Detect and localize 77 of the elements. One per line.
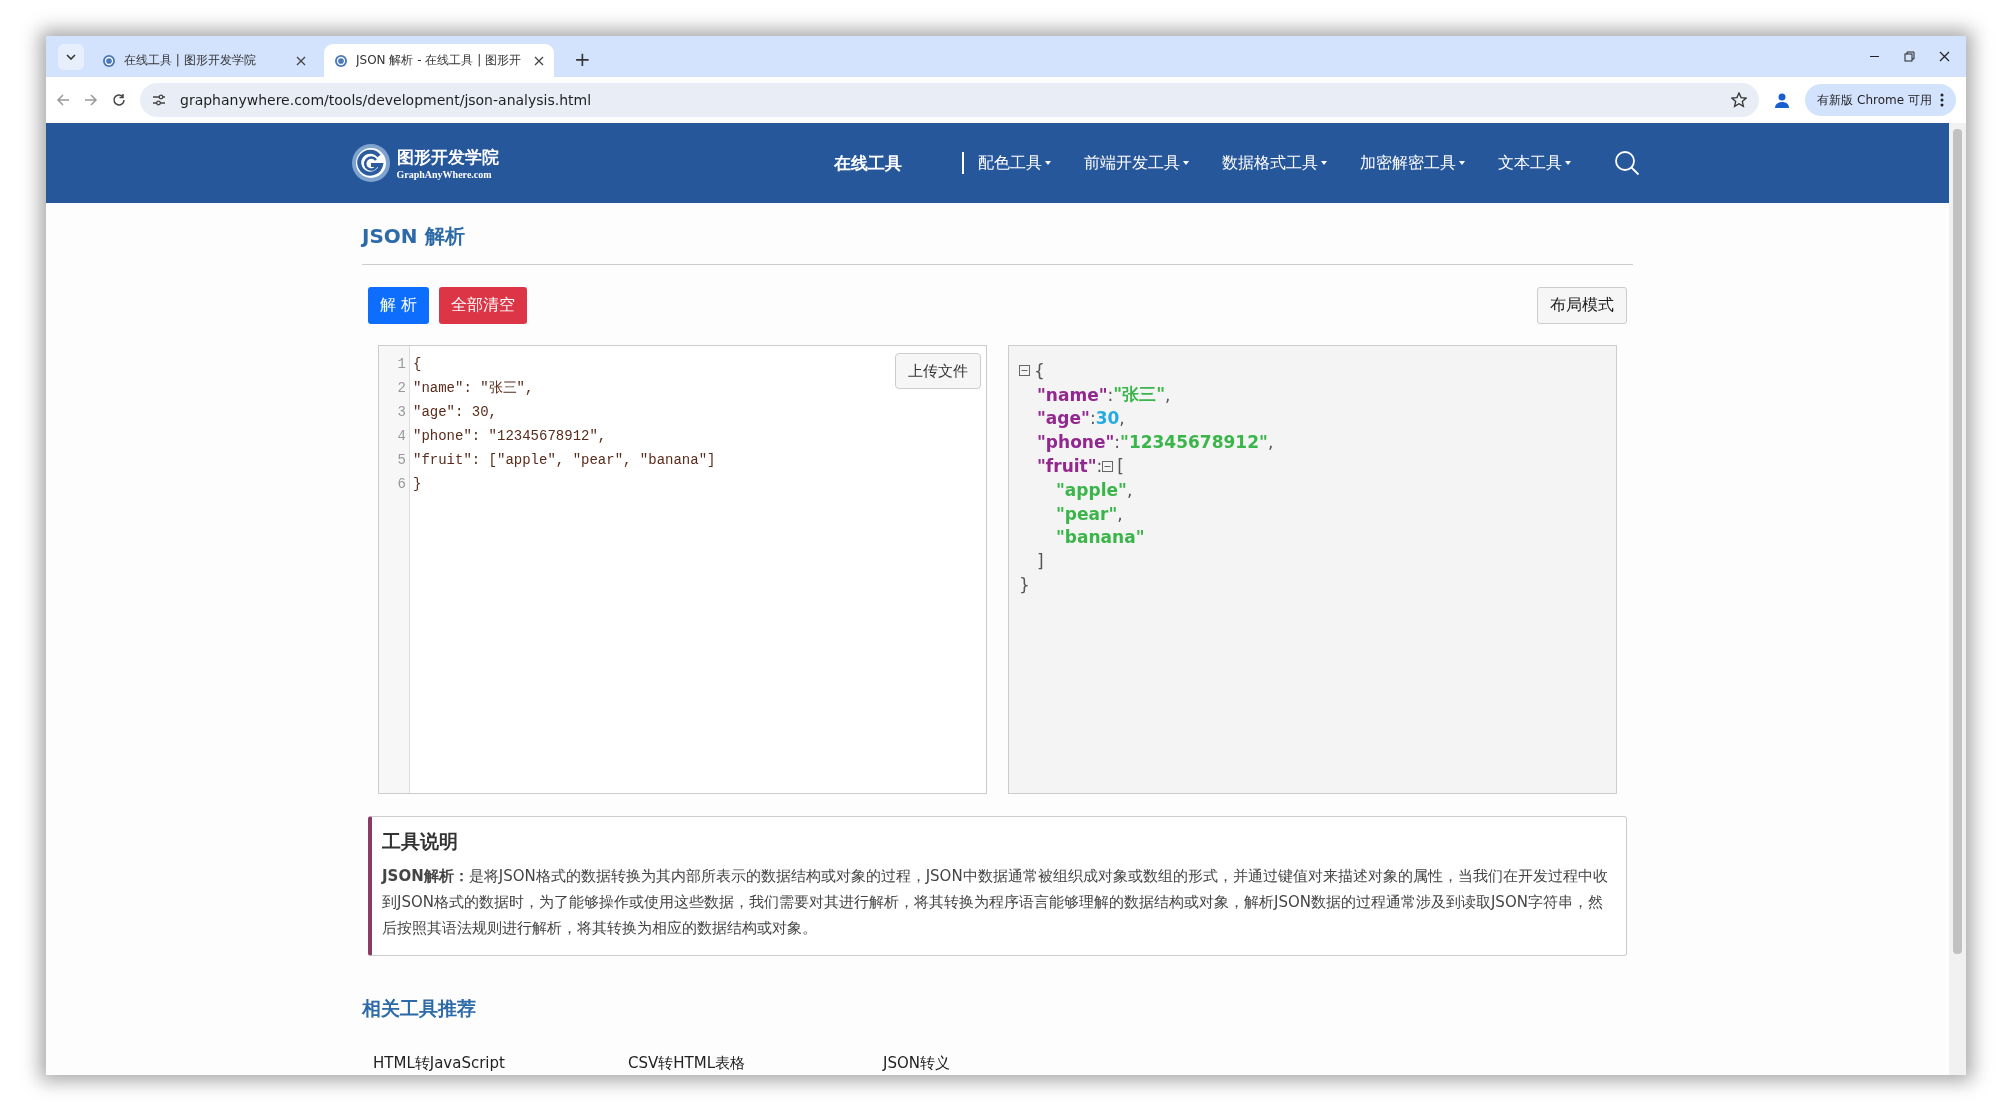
comma: , xyxy=(1126,479,1133,500)
code-line: "fruit": ["apple", "pear", "banana"] xyxy=(413,451,716,470)
browser-tab[interactable]: 在线工具 | 图形开发学院 xyxy=(92,44,316,77)
address-bar[interactable]: graphanywhere.com/tools/development/json-analysis.html xyxy=(140,83,1760,117)
colon: : xyxy=(1107,384,1114,405)
line-number: 3 xyxy=(396,403,407,422)
forward-icon[interactable] xyxy=(84,93,98,107)
logo-title: 图形开发学院 xyxy=(396,146,499,169)
logo-subtitle: GraphAnyWhere.com xyxy=(396,169,493,180)
parse-button[interactable]: 解 析 xyxy=(368,287,430,324)
json-key: "phone" xyxy=(1037,432,1115,453)
colon: : xyxy=(1114,432,1121,453)
comma: , xyxy=(1117,503,1123,524)
json-value: "12345678912" xyxy=(1120,432,1268,453)
nav-link[interactable]: 在线工具 xyxy=(833,151,902,175)
json-value: "张三" xyxy=(1113,383,1165,407)
json-value: "apple" xyxy=(1056,479,1127,500)
browser-tab[interactable]: JSON 解析 - 在线工具 | 图形开 xyxy=(324,44,554,77)
close-icon[interactable] xyxy=(534,55,544,66)
scrollbar-thumb[interactable] xyxy=(1953,129,1962,954)
upload-button[interactable]: 上传文件 xyxy=(895,353,981,389)
clear-button[interactable]: 全部清空 xyxy=(439,287,528,324)
description-text: JSON解析：是将JSON格式的数据转换为其内部所表示的数据结构或对象的过程，JSON中数据通常被组织成对象或数组的形式，并通过键值对来描述对象的属性，当我们在开发过程中收到JSON格式的数据时，为了能够操作或使用这些数据，我们需要对其进行解析，将其转换为程序语言能够理解的数据结构或对象，解析JSON数据的过程通常涉及到读取JSON字符串，然后按照其语法规则进行解析，将其转换为相应的数据结构或对象。 xyxy=(382,866,1609,939)
tool-link[interactable]: JSON转义 xyxy=(883,1056,1138,1071)
json-key: "fruit" xyxy=(1037,456,1097,477)
tool-link[interactable]: HTML转JavaScript xyxy=(373,1056,628,1071)
nav-menu[interactable]: 数据格式工具 xyxy=(1221,152,1327,174)
brace: } xyxy=(1019,575,1030,596)
close-icon[interactable] xyxy=(296,55,306,66)
collapse-toggle-icon[interactable] xyxy=(1019,365,1030,377)
comma: , xyxy=(1165,384,1171,405)
nav-menu[interactable]: 配色工具 xyxy=(977,152,1051,174)
collapse-toggle-icon[interactable] xyxy=(1102,460,1114,472)
reload-icon[interactable] xyxy=(112,93,126,107)
code-editor[interactable]: 1 2 3 4 5 6 { "name": "张三", "age": 30, "phone": "12345678912", "fruit": ["apple", "pear", "banana"] } 上传文件 xyxy=(378,345,987,794)
bracket: ] xyxy=(1037,551,1044,572)
star-icon[interactable] xyxy=(1731,92,1748,108)
logo-icon[interactable] xyxy=(350,143,391,183)
colon: : xyxy=(1089,408,1096,429)
nav-menu[interactable]: 文本工具 xyxy=(1497,152,1571,174)
code-line: "name": "张三", xyxy=(413,379,535,398)
restore-icon[interactable] xyxy=(1904,51,1915,62)
line-number: 2 xyxy=(396,379,407,398)
more-icon xyxy=(1940,93,1944,107)
tool-link[interactable]: CSV转HTML表格 xyxy=(628,1056,883,1071)
nav-menu[interactable]: 前端开发工具 xyxy=(1083,152,1189,174)
layout-button[interactable]: 布局模式 xyxy=(1537,287,1627,324)
update-chrome-button[interactable]: 有新版 Chrome 可用 xyxy=(1805,84,1956,116)
json-key: "name" xyxy=(1037,384,1108,405)
back-icon[interactable] xyxy=(56,93,70,107)
code-line: { xyxy=(413,355,423,374)
search-icon[interactable] xyxy=(1613,150,1640,176)
close-icon[interactable] xyxy=(1939,51,1950,62)
site-settings-icon[interactable] xyxy=(152,94,166,106)
colon: : xyxy=(1096,456,1103,477)
json-value: 30 xyxy=(1095,408,1120,429)
code-line: "age": 30, xyxy=(413,403,498,422)
code-line: } xyxy=(413,475,423,494)
line-number: 6 xyxy=(396,475,407,494)
line-number: 4 xyxy=(396,427,407,446)
caret-icon[interactable] xyxy=(66,54,76,60)
json-key: "age" xyxy=(1037,408,1090,429)
comma: , xyxy=(1119,408,1125,429)
comma: , xyxy=(1267,432,1274,453)
page-title: JSON 解析 xyxy=(362,203,1633,265)
json-value: "banana" xyxy=(1056,527,1145,548)
profile-icon[interactable] xyxy=(1773,91,1792,109)
related-heading: 相关工具推荐 xyxy=(362,996,477,1021)
nav-menu[interactable]: 加密解密工具 xyxy=(1359,152,1465,174)
json-value: "pear" xyxy=(1056,503,1118,524)
new-tab-button[interactable]: + xyxy=(568,47,597,71)
brace: { xyxy=(1034,360,1045,381)
line-number: 5 xyxy=(396,451,407,470)
bracket: [ xyxy=(1117,456,1124,477)
line-number: 1 xyxy=(396,355,407,374)
description-heading: 工具说明 xyxy=(382,829,459,854)
code-line: "phone": "12345678912", xyxy=(413,427,608,446)
